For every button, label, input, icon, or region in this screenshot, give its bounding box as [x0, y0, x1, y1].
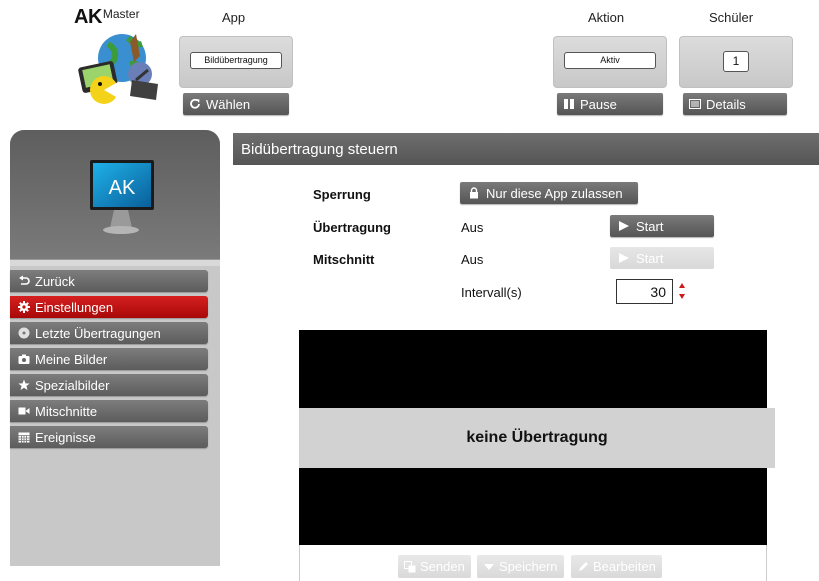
interval-stepper[interactable]	[677, 279, 687, 303]
students-column-label: Schüler	[709, 10, 754, 25]
transmission-label: Übertragung	[313, 220, 391, 235]
sidebar-item-label: Spezialbilder	[35, 377, 110, 393]
disc-icon	[18, 327, 30, 339]
save-button[interactable]: Speichern	[477, 555, 564, 578]
sidebar-item-label: Ereignisse	[35, 429, 96, 445]
app-column-label: App	[222, 10, 246, 25]
edit-label: Bearbeiten	[593, 559, 656, 574]
recording-status: Aus	[461, 252, 484, 267]
details-button[interactable]: Details	[683, 93, 787, 115]
list-icon	[689, 98, 701, 110]
allow-only-this-app-button[interactable]: Nur diese App zulassen	[460, 182, 638, 204]
copy-icon	[404, 560, 416, 573]
action-value: Aktiv	[564, 52, 656, 69]
transmission-start-button[interactable]: Start	[610, 215, 714, 237]
page-title: Bidübertragung steuern	[233, 133, 819, 165]
app-selector-box: Bildübertragung	[179, 36, 293, 88]
pause-icon	[563, 98, 575, 110]
send-label: Senden	[420, 559, 465, 574]
interval-input[interactable]	[616, 279, 673, 304]
sidebar-item-back[interactable]: Zurück	[10, 270, 208, 292]
sidebar-item-label: Letzte Übertragungen	[35, 325, 161, 341]
students-box: 1	[679, 36, 793, 88]
action-column-label: Aktion	[588, 10, 625, 25]
sidebar-item-recent-transmissions[interactable]: Letzte Übertragungen	[10, 322, 208, 344]
monitor-icon: AK	[90, 160, 154, 234]
sidebar-item-label: Mitschnitte	[35, 403, 98, 419]
sidebar-item-label: Einstellungen	[35, 299, 114, 315]
choose-app-button[interactable]: Wählen	[183, 93, 289, 115]
sidebar-header: AK	[10, 130, 220, 260]
camera-icon	[18, 353, 30, 365]
choose-app-label: Wählen	[206, 96, 251, 112]
allow-only-this-app-label: Nur diese App zulassen	[486, 185, 623, 201]
interval-label: Intervall(s)	[461, 285, 522, 300]
monitor-text: AK	[109, 177, 136, 199]
action-box: Aktiv	[553, 36, 667, 88]
play-icon	[618, 220, 630, 232]
sidebar-item-special-images[interactable]: Spezialbilder	[10, 374, 208, 396]
app-value: Bildübertragung	[190, 52, 282, 69]
chevron-down-icon	[483, 561, 495, 573]
calendar-icon	[18, 431, 30, 443]
sidebar-item-settings[interactable]: Einstellungen	[10, 296, 208, 318]
lock-icon	[468, 187, 480, 199]
preview-toolbar: Senden Speichern Bearbeiten	[299, 545, 767, 581]
star-icon	[18, 379, 30, 391]
recording-start-label: Start	[636, 250, 664, 266]
video-camera-icon	[18, 405, 30, 417]
details-label: Details	[706, 96, 746, 112]
sidebar-item-recordings[interactable]: Mitschnitte	[10, 400, 208, 422]
play-icon	[618, 252, 630, 264]
transmission-status: Aus	[461, 220, 484, 235]
refresh-icon	[189, 98, 201, 110]
back-arrow-icon	[18, 275, 30, 287]
gear-icon	[18, 301, 30, 313]
sidebar-item-events[interactable]: Ereignisse	[10, 426, 208, 448]
edit-button[interactable]: Bearbeiten	[571, 555, 662, 578]
logo-illustration-icon	[78, 34, 158, 104]
recording-start-button[interactable]: Start	[610, 247, 714, 269]
sidebar-item-label: Meine Bilder	[35, 351, 108, 367]
sidebar-item-label: Zurück	[35, 273, 75, 289]
pause-button[interactable]: Pause	[557, 93, 663, 115]
app-logo: AK Master	[70, 6, 180, 111]
no-transmission-message: keine Übertragung	[299, 408, 775, 468]
pencil-icon	[577, 561, 589, 573]
send-button[interactable]: Senden	[398, 555, 471, 578]
recording-label: Mitschnitt	[313, 252, 375, 267]
sidebar-item-my-images[interactable]: Meine Bilder	[10, 348, 208, 370]
lock-label: Sperrung	[313, 187, 371, 202]
save-label: Speichern	[499, 559, 558, 574]
logo-suffix: Master	[102, 7, 140, 21]
transmission-start-label: Start	[636, 218, 664, 234]
students-count: 1	[723, 51, 749, 72]
pause-label: Pause	[580, 96, 617, 112]
logo-brand: AK	[74, 6, 102, 28]
